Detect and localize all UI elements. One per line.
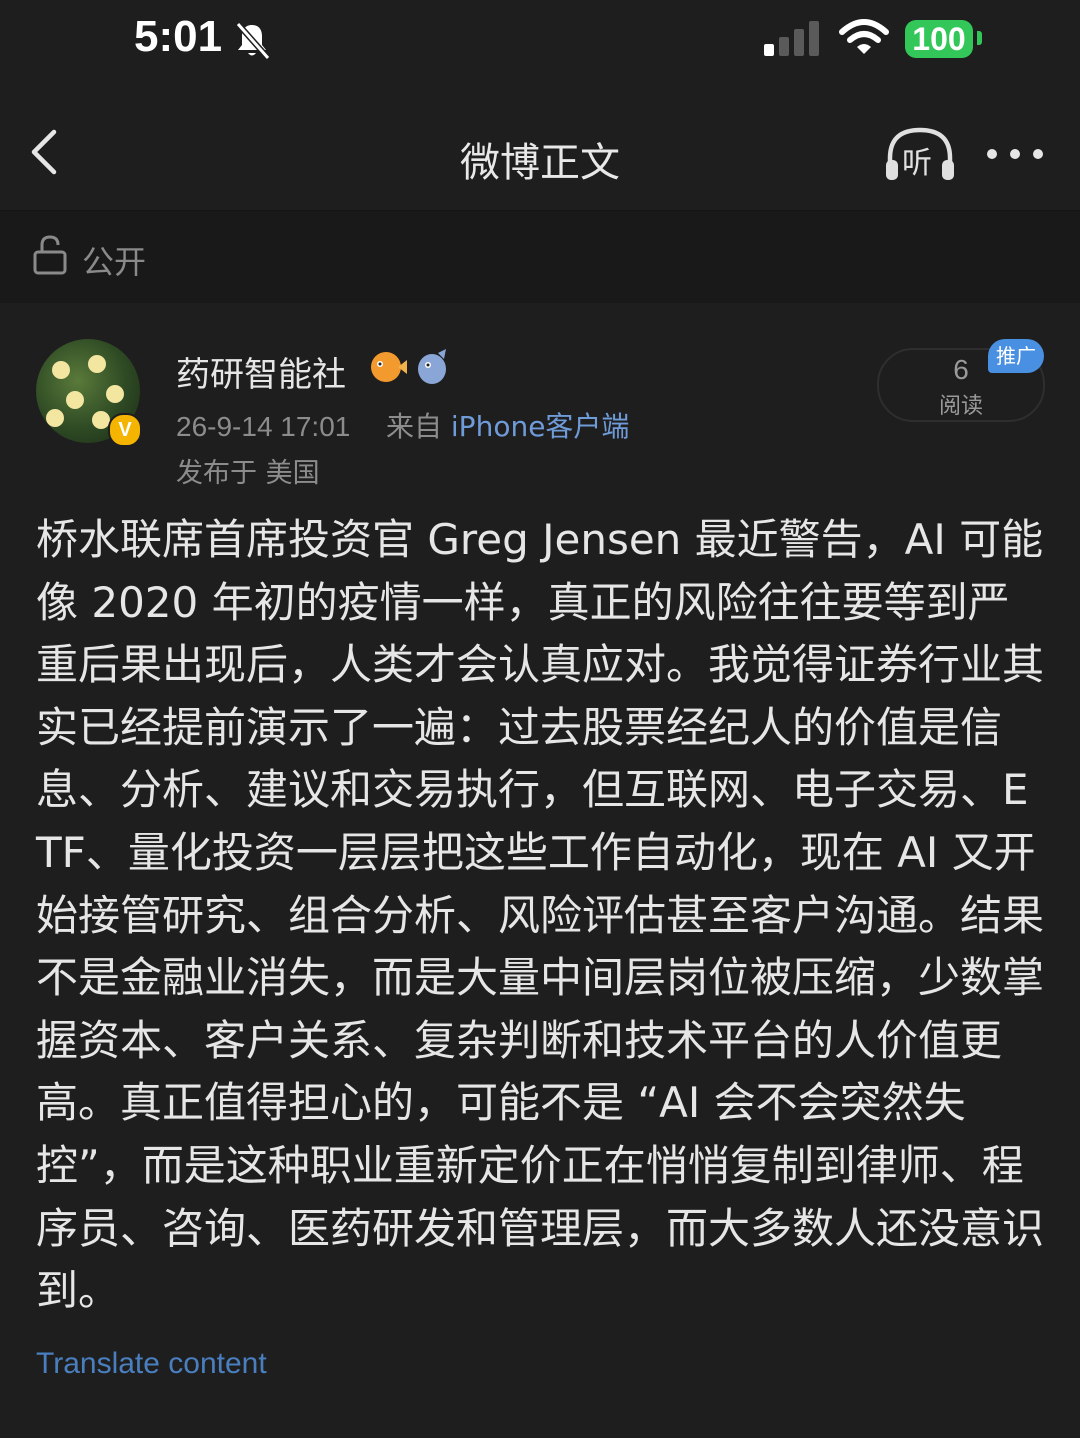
post-meta: 26-9-14 17:01 来自 iPhone客户端	[176, 405, 629, 445]
post-source[interactable]: iPhone客户端	[451, 410, 630, 443]
post-location: 发布于 美国	[176, 458, 320, 489]
avatar[interactable]: V	[36, 339, 142, 447]
post-timestamp: 26-9-14 17:01	[176, 411, 351, 442]
nav-bar: 微博正文 听	[0, 90, 1080, 211]
more-icon[interactable]	[984, 142, 1046, 166]
bell-slash-icon	[235, 22, 271, 60]
username[interactable]: 药研智能社	[176, 347, 346, 396]
source-prefix: 来自	[385, 410, 442, 443]
battery-icon: 100	[905, 20, 973, 58]
listen-button[interactable]: 听	[884, 126, 956, 184]
fish-badge-icon	[371, 352, 407, 382]
visibility-row: 公开	[0, 211, 1080, 301]
post-card: V 药研智能社 26-9-14 17:01 来自 iPhone客户端 发布于 美…	[0, 303, 1080, 1438]
verified-badge: V	[108, 413, 142, 447]
translate-link[interactable]: Translate content	[36, 1347, 267, 1381]
signal-icon	[764, 21, 819, 56]
listen-label: 听	[902, 146, 932, 181]
battery-tip	[977, 31, 982, 45]
post-body: 桥水联席首席投资官 Greg Jensen 最近警告，AI 可能像 2020 年…	[36, 515, 1045, 1316]
status-time: 5:01	[134, 12, 223, 61]
mascot-badge-icon	[418, 349, 446, 384]
read-label: 阅读	[938, 394, 983, 419]
unlock-icon	[33, 235, 67, 275]
promote-badge[interactable]: 推广	[988, 339, 1044, 373]
visibility-label: 公开	[82, 243, 147, 281]
status-bar: 5:01 100	[0, 0, 1080, 90]
wifi-icon	[839, 19, 889, 54]
